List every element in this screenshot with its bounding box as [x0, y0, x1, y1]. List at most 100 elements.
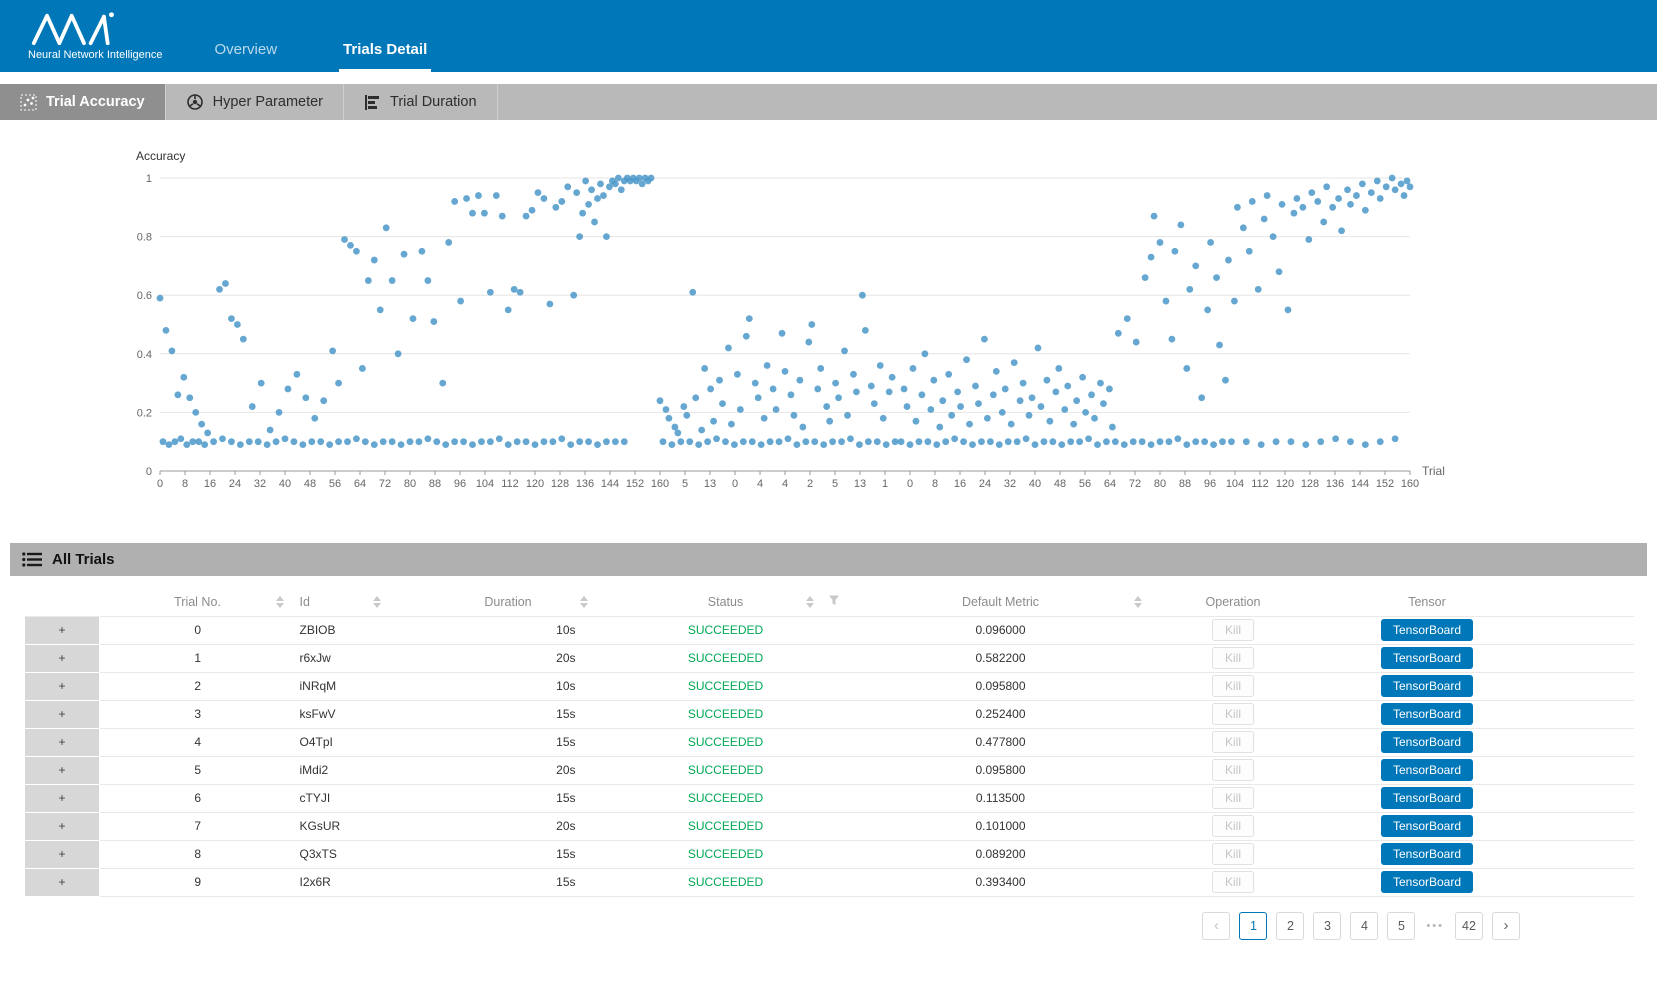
hyper-parameter-icon — [186, 93, 204, 111]
expand-cell[interactable]: + — [25, 784, 100, 812]
default-metric-cell: 0.252400 — [856, 700, 1146, 728]
trial-no-cell: 4 — [100, 728, 296, 756]
svg-text:64: 64 — [1104, 478, 1116, 490]
table-row: + 3 ksFwV 15s SUCCEEDED 0.252400 Kill Te… — [25, 700, 1634, 728]
svg-text:80: 80 — [404, 478, 416, 490]
nni-logo-mark — [28, 11, 140, 47]
trial-id-cell: O4TpI — [296, 728, 421, 756]
expand-cell[interactable]: + — [25, 812, 100, 840]
tensorboard-button[interactable]: TensorBoard — [1381, 647, 1473, 669]
tensorboard-button[interactable]: TensorBoard — [1381, 619, 1473, 641]
tensorboard-button[interactable]: TensorBoard — [1381, 787, 1473, 809]
expand-cell[interactable]: + — [25, 840, 100, 868]
sort-icon-duration[interactable] — [580, 596, 588, 608]
kill-button[interactable]: Kill — [1212, 731, 1254, 753]
tensorboard-button[interactable]: TensorBoard — [1381, 675, 1473, 697]
svg-text:96: 96 — [1204, 478, 1216, 490]
sort-icon-id[interactable] — [373, 596, 381, 608]
next-page-button[interactable]: › — [1492, 912, 1520, 940]
expand-cell[interactable]: + — [25, 700, 100, 728]
column-header-operation: Operation — [1146, 588, 1321, 616]
svg-text:0.4: 0.4 — [137, 349, 152, 361]
kill-button[interactable]: Kill — [1212, 787, 1254, 809]
expand-cell[interactable]: + — [25, 868, 100, 896]
tensorboard-button[interactable]: TensorBoard — [1381, 759, 1473, 781]
tensorboard-button[interactable]: TensorBoard — [1381, 871, 1473, 893]
svg-text:48: 48 — [1054, 478, 1066, 490]
svg-text:160: 160 — [651, 478, 669, 490]
tensorboard-button[interactable]: TensorBoard — [1381, 703, 1473, 725]
trial-no-cell: 0 — [100, 616, 296, 644]
scatter-icon — [20, 94, 37, 111]
svg-text:40: 40 — [279, 478, 291, 490]
tensorboard-button[interactable]: TensorBoard — [1381, 843, 1473, 865]
sort-icon-status[interactable] — [806, 596, 814, 608]
prev-page-button[interactable]: ‹ — [1202, 912, 1230, 940]
kill-button[interactable]: Kill — [1212, 675, 1254, 697]
duration-cell: 20s — [421, 756, 596, 784]
trial-id-cell: I2x6R — [296, 868, 421, 896]
expand-cell[interactable]: + — [25, 756, 100, 784]
expand-cell[interactable]: + — [25, 616, 100, 644]
page-button-1[interactable]: 1 — [1239, 912, 1267, 940]
page-button-3[interactable]: 3 — [1313, 912, 1341, 940]
svg-text:0.2: 0.2 — [137, 407, 152, 419]
sort-icon-trial-no[interactable] — [276, 596, 284, 608]
table-row: + 7 KGsUR 20s SUCCEEDED 0.101000 Kill Te… — [25, 812, 1634, 840]
expand-cell[interactable]: + — [25, 728, 100, 756]
svg-text:5: 5 — [682, 478, 688, 490]
column-header-tensor: Tensor — [1321, 588, 1634, 616]
expand-column-header — [25, 588, 100, 616]
duration-cell: 20s — [421, 812, 596, 840]
nav-overview[interactable]: Overview — [211, 41, 282, 72]
svg-text:128: 128 — [1301, 478, 1319, 490]
svg-text:1: 1 — [146, 173, 152, 185]
svg-text:56: 56 — [329, 478, 341, 490]
tab-hyper-parameter[interactable]: Hyper Parameter — [166, 84, 344, 120]
kill-button[interactable]: Kill — [1212, 871, 1254, 893]
duration-cell: 15s — [421, 784, 596, 812]
page-button-5[interactable]: 5 — [1387, 912, 1415, 940]
main-nav: Overview Trials Detail — [211, 0, 432, 72]
nav-trials-detail[interactable]: Trials Detail — [339, 41, 431, 72]
trial-id-cell: iNRqM — [296, 672, 421, 700]
trial-no-cell: 2 — [100, 672, 296, 700]
filter-icon-status[interactable] — [828, 594, 840, 609]
kill-button[interactable]: Kill — [1212, 619, 1254, 641]
expand-cell[interactable]: + — [25, 644, 100, 672]
duration-cell: 10s — [421, 616, 596, 644]
table-row: + 1 r6xJw 20s SUCCEEDED 0.582200 Kill Te… — [25, 644, 1634, 672]
page-button-4[interactable]: 4 — [1350, 912, 1378, 940]
trial-no-cell: 8 — [100, 840, 296, 868]
page-button-2[interactable]: 2 — [1276, 912, 1304, 940]
kill-button[interactable]: Kill — [1212, 759, 1254, 781]
default-metric-cell: 0.095800 — [856, 672, 1146, 700]
svg-text:112: 112 — [1251, 478, 1269, 490]
kill-button[interactable]: Kill — [1212, 647, 1254, 669]
sort-icon-default-metric[interactable] — [1134, 596, 1142, 608]
svg-text:13: 13 — [854, 478, 866, 490]
kill-button[interactable]: Kill — [1212, 703, 1254, 725]
svg-text:152: 152 — [626, 478, 644, 490]
page-button-42[interactable]: 42 — [1455, 912, 1483, 940]
svg-text:1: 1 — [882, 478, 888, 490]
page-ellipsis[interactable]: ••• — [1424, 920, 1446, 932]
tensorboard-button[interactable]: TensorBoard — [1381, 731, 1473, 753]
trial-no-cell: 7 — [100, 812, 296, 840]
svg-text:0: 0 — [157, 478, 163, 490]
svg-text:72: 72 — [1129, 478, 1141, 490]
kill-button[interactable]: Kill — [1212, 843, 1254, 865]
status-cell: SUCCEEDED — [596, 756, 856, 784]
tab-trial-duration[interactable]: Trial Duration — [344, 84, 498, 120]
tensorboard-button[interactable]: TensorBoard — [1381, 815, 1473, 837]
column-header-duration: Duration — [421, 588, 596, 616]
tab-trial-accuracy[interactable]: Trial Accuracy — [0, 84, 166, 120]
svg-text:2: 2 — [807, 478, 813, 490]
status-cell: SUCCEEDED — [596, 644, 856, 672]
trial-id-cell: Q3xTS — [296, 840, 421, 868]
svg-text:136: 136 — [576, 478, 594, 490]
logo-title: Neural Network Intelligence — [28, 49, 163, 61]
kill-button[interactable]: Kill — [1212, 815, 1254, 837]
expand-cell[interactable]: + — [25, 672, 100, 700]
default-metric-cell: 0.393400 — [856, 868, 1146, 896]
